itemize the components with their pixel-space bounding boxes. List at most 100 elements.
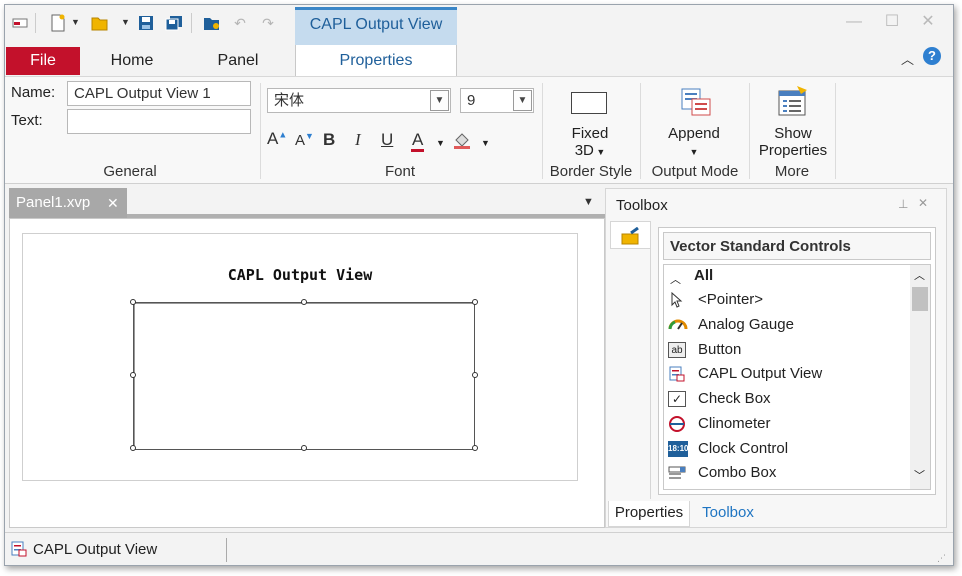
tab-list-chevron-icon[interactable]: ▼ [583,196,594,208]
border-style-value: 3D [574,142,594,159]
tab-properties[interactable]: Properties [295,47,457,75]
open-folder-icon[interactable] [91,14,109,32]
resize-handle[interactable] [472,445,478,451]
check-box-icon: ✓ [668,391,686,407]
show-properties-button[interactable]: Show Properties [753,81,833,161]
resize-grip-icon[interactable]: ⋰ [937,553,946,564]
button-control-icon: ab [668,342,686,358]
maximize-button[interactable]: ☐ [877,11,907,33]
scroll-thumb[interactable] [912,287,928,311]
close-icon[interactable]: ✕ [107,188,119,218]
font-color-icon: A [411,130,425,152]
group-divider [835,83,836,179]
tab-properties-pane[interactable]: Properties [608,501,690,527]
bold-button[interactable]: B [323,130,335,150]
font-family-value: 宋体 [274,92,305,109]
resize-handle[interactable] [130,372,136,378]
application-window: ▼ ▼ ↶ ↷ CAPL Output View — ☐ ✕ File Home… [4,4,954,566]
tab-panel[interactable]: Panel [201,47,275,75]
list-item-label: Clock Control [698,440,789,457]
chevron-down-icon[interactable]: ▼ [436,138,445,148]
pin-icon[interactable]: ⊥ [898,197,908,211]
contextual-tab-group-header: CAPL Output View [295,7,457,45]
save-icon[interactable] [137,14,155,32]
document-tab[interactable]: Panel1.xvp ✕ [9,188,127,218]
italic-button[interactable]: I [355,130,361,150]
font-size-select[interactable]: 9 ▼ [460,88,534,113]
save-all-icon[interactable] [165,14,183,32]
app-menu-icon[interactable] [11,14,29,32]
fill-color-icon[interactable] [453,133,471,152]
text-field[interactable] [67,109,251,134]
collapse-ribbon-icon[interactable]: ︿ [901,49,914,68]
font-family-select[interactable]: 宋体 ▼ [267,88,451,113]
underline-button[interactable]: U [381,130,393,150]
text-label: Text: [11,112,43,129]
group-divider [640,83,641,179]
font-color-button[interactable]: A [411,130,425,152]
show-properties-label-line1: Show [774,125,812,142]
name-field[interactable]: CAPL Output View 1 [67,81,251,106]
chevron-down-icon[interactable]: ▼ [481,138,490,148]
toolbox-side-divider [650,221,651,499]
name-label: Name: [11,84,56,101]
ribbon: Name: CAPL Output View 1 Text: General 宋… [5,76,953,184]
resize-handle[interactable] [472,372,478,378]
group-label-general: General [103,163,157,180]
scroll-down-icon[interactable]: ﹀ [914,467,925,483]
section-header: Vector Standard Controls [663,232,931,260]
status-bar: CAPL Output View ⋰ [5,532,953,565]
folder-settings-icon[interactable] [203,14,221,32]
capl-output-view-control[interactable] [133,302,475,450]
border-style-button[interactable]: Fixed 3D ▼ [550,81,630,161]
group-label-output-mode: Output Mode [651,163,739,180]
group-divider [260,83,261,179]
toolbox-side-tab[interactable] [610,221,650,249]
help-icon[interactable]: ? [923,47,941,65]
chevron-down-icon[interactable]: ▼ [121,17,130,27]
shrink-font-button[interactable]: A▼ [295,131,314,149]
category-all[interactable]: All [694,267,713,284]
list-item-label: Combo Box [698,464,777,481]
minimize-button[interactable]: — [839,11,869,33]
undo-icon[interactable]: ↶ [231,14,249,32]
close-icon[interactable]: ✕ [918,196,928,210]
grow-font-button[interactable]: A▲ [267,129,287,149]
scroll-up-icon[interactable]: ︿ [914,267,925,283]
list-item-label: Button [698,341,742,358]
panel-frame[interactable]: CAPL Output View [22,233,578,481]
chevron-down-icon[interactable]: ▼ [513,90,532,111]
resize-handle[interactable] [301,445,307,451]
close-button[interactable]: ✕ [913,11,943,33]
clock-control-icon: 18:10 [668,441,688,457]
resize-handle[interactable] [472,299,478,305]
chevron-down-icon[interactable]: ▼ [71,17,80,27]
new-file-icon[interactable] [49,14,67,32]
qat-divider [35,13,36,33]
border-style-icon [571,92,607,114]
resize-handle[interactable] [130,445,136,451]
tab-toolbox-pane[interactable]: Toolbox [692,501,764,527]
scrollbar[interactable]: ︿ ﹀ [910,265,930,489]
tab-toolbox-pane-label: Toolbox [702,504,754,521]
shrink-font-icon: A [295,132,306,149]
chevron-up-icon[interactable]: ︿ [670,271,681,287]
resize-handle[interactable] [130,299,136,305]
show-properties-label-line2: Properties [758,142,828,159]
toolbox-category-icon [621,226,641,248]
pointer-icon [668,291,686,308]
font-size-value: 9 [467,92,476,109]
list-item-label: Analog Gauge [698,316,794,333]
capl-output-view-icon [11,541,27,560]
qat-divider [191,13,192,33]
capl-output-view-icon [668,366,686,382]
tab-file[interactable]: File [6,47,80,75]
chevron-down-icon[interactable]: ▼ [430,90,449,111]
redo-icon[interactable]: ↷ [259,14,277,32]
append-button[interactable]: Append ▼ [650,81,738,161]
tab-home[interactable]: Home [95,47,169,75]
border-style-label-line1: Fixed [571,125,609,142]
grow-font-icon: A [267,129,279,148]
resize-handle[interactable] [301,299,307,305]
chevron-down-icon: ▼ [593,147,606,157]
